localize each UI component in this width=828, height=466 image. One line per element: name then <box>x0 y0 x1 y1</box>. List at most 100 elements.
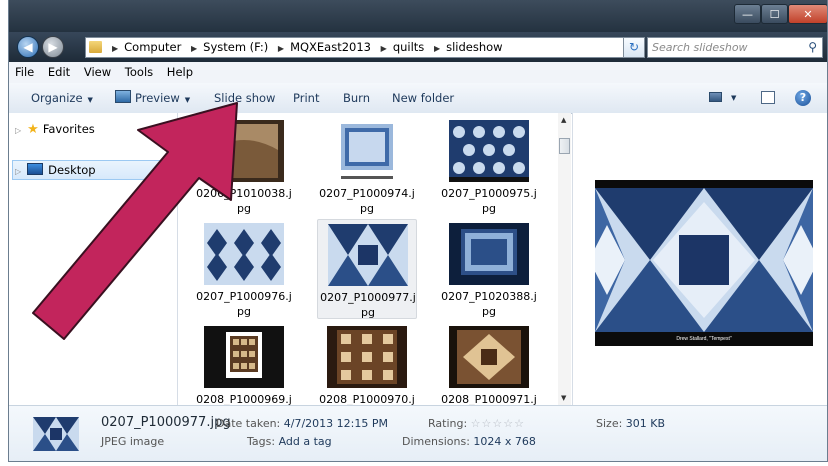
file-thumbnail <box>204 223 284 285</box>
explorer-window: — ☐ ✕ ◀ ▶ ▶ Computer ▶ System (F:) ▶ MQXEas… <box>8 0 828 462</box>
organize-label: Organize <box>31 91 83 105</box>
file-name: 0206_P1010038.j <box>196 187 292 200</box>
star-icon: ★ <box>27 122 39 137</box>
preview-pane: Drew Stallard, "Tempest" <box>572 113 827 405</box>
file-name: 0207_P1020388.j <box>441 290 537 303</box>
file-name-ext: pg <box>237 202 251 215</box>
help-icon[interactable]: ? <box>795 90 811 106</box>
rating-label: Rating: <box>428 417 468 430</box>
file-thumbnail <box>449 223 529 285</box>
scroll-down-icon[interactable]: ▼ <box>561 394 566 402</box>
print-button[interactable]: Print <box>293 83 319 113</box>
dims-label: Dimensions: <box>402 435 470 448</box>
size-value: 301 KB <box>625 417 666 430</box>
file-name-ext: pg <box>482 305 496 318</box>
file-thumbnail <box>204 326 284 388</box>
nav-label: Desktop <box>48 163 96 177</box>
maximize-button[interactable]: ☐ <box>761 4 788 24</box>
file-thumbnail <box>204 120 284 182</box>
preview-caption: Drew Stallard, "Tempest" <box>676 336 731 342</box>
nav-label: Favorites <box>42 122 95 136</box>
back-arrow-icon: ◀ <box>23 40 33 54</box>
tags-value[interactable]: Add a tag <box>279 435 332 448</box>
dims-value: 1024 x 768 <box>473 435 536 448</box>
vertical-scrollbar[interactable]: ▲ ▼ <box>558 113 571 405</box>
preview-label: Preview <box>135 91 180 105</box>
nav-item-desktop[interactable]: ▷ Desktop <box>15 163 96 177</box>
file-tile[interactable]: 0207_P1000974.j pg <box>317 116 417 216</box>
forward-button[interactable]: ▶ <box>42 36 64 58</box>
search-icon[interactable]: ⚲ <box>808 38 817 57</box>
scroll-up-icon[interactable]: ▲ <box>561 116 566 124</box>
file-tile[interactable]: 0207_P1020388.jpg <box>439 219 539 319</box>
file-name: 0207_P1000975.j <box>441 187 537 200</box>
crumb-slideshow[interactable]: slideshow <box>446 40 502 54</box>
chevron-down-icon: ▼ <box>184 96 191 104</box>
file-thumbnail <box>33 417 79 451</box>
search-placeholder: Search slideshow <box>652 41 748 54</box>
address-row: ◀ ▶ ▶ Computer ▶ System (F:) ▶ MQXEast2013 … <box>9 32 827 62</box>
crumb-computer[interactable]: Computer <box>124 40 181 54</box>
expand-icon[interactable]: ▷ <box>15 167 21 176</box>
menu-bar: File Edit View Tools Help <box>9 62 827 84</box>
views-icon[interactable] <box>709 92 722 102</box>
minimize-button[interactable]: — <box>734 4 761 24</box>
file-thumbnail <box>449 120 529 182</box>
preview-pane-icon[interactable] <box>761 91 775 104</box>
file-thumbnail <box>449 326 529 388</box>
file-tile[interactable]: 0207_P1000975.jpg <box>439 116 539 216</box>
navigation-pane: ▷ ★ Favorites ▷ Desktop <box>9 113 178 405</box>
menu-help[interactable]: Help <box>163 62 197 83</box>
title-bar: — ☐ ✕ <box>9 0 827 32</box>
crumb-quilts[interactable]: quilts <box>393 40 424 54</box>
details-pane: 0207_P1000977.jpg JPEG image Date taken:… <box>9 405 827 461</box>
tags-label: Tags: <box>247 435 276 448</box>
crumb-drive[interactable]: System (F:) <box>203 40 268 54</box>
menu-tools[interactable]: Tools <box>121 62 157 83</box>
file-name: 0207_P1000977.j <box>320 291 416 304</box>
menu-edit[interactable]: Edit <box>44 62 74 83</box>
rating-stars-icon[interactable]: ☆☆☆☆☆ <box>471 417 525 430</box>
chevron-down-icon[interactable]: ▼ <box>731 83 736 113</box>
menu-file[interactable]: File <box>11 62 38 83</box>
date-value[interactable]: 4/7/2013 12:15 PM <box>284 417 388 430</box>
file-thumbnail <box>328 224 408 286</box>
crumb-mqxeast[interactable]: MQXEast2013 <box>290 40 371 54</box>
file-list: 0206_P1010038.j pg 0207_P1000974.j pg 0207_P… <box>178 113 571 406</box>
address-bar[interactable]: ▶ Computer ▶ System (F:) ▶ MQXEast2013 ▶ qui… <box>85 37 704 58</box>
rating: Rating: ☆☆☆☆☆ <box>428 417 525 430</box>
dimensions: Dimensions: 1024 x 768 <box>402 435 536 448</box>
breadcrumb: ▶ Computer ▶ System (F:) ▶ MQXEast2013 ▶ qui… <box>106 38 503 58</box>
search-input[interactable]: Search slideshow ⚲ <box>647 37 823 58</box>
new-folder-button[interactable]: New folder <box>392 83 454 113</box>
file-name-ext: pg <box>482 202 496 215</box>
file-name-ext: pg <box>360 202 374 215</box>
date-taken: Date taken: 4/7/2013 12:15 PM <box>216 417 388 430</box>
date-label: Date taken: <box>216 417 281 430</box>
details-filetype: JPEG image <box>101 435 165 448</box>
burn-button[interactable]: Burn <box>343 83 370 113</box>
expand-icon[interactable]: ▷ <box>15 126 21 135</box>
file-thumbnail <box>327 326 407 388</box>
back-button[interactable]: ◀ <box>17 36 39 58</box>
file-tile[interactable]: 0207_P1000977.j pg <box>317 219 417 319</box>
file-name: 0207_P1000976.j <box>196 290 292 303</box>
file-thumbnail <box>327 120 407 182</box>
chevron-right-icon: ▶ <box>277 44 285 53</box>
nav-item-favorites[interactable]: ▷ ★ Favorites <box>15 122 95 137</box>
size-label: Size: <box>596 417 623 430</box>
close-button[interactable]: ✕ <box>788 4 827 24</box>
slideshow-button[interactable]: Slide show <box>214 83 275 113</box>
chevron-right-icon: ▶ <box>433 44 441 53</box>
preview-image: Drew Stallard, "Tempest" <box>595 180 813 346</box>
scrollbar-thumb[interactable] <box>559 138 570 154</box>
file-tile[interactable]: 0206_P1010038.jpg <box>194 116 294 216</box>
refresh-button[interactable]: ↻ <box>623 37 645 58</box>
file-tile[interactable]: 0207_P1000976.j pg <box>194 219 294 319</box>
command-bar: Organize ▼ Preview ▼ Slide show Print Burn… <box>9 83 827 114</box>
preview-button[interactable]: Preview ▼ <box>115 83 190 115</box>
organize-button[interactable]: Organize ▼ <box>31 83 93 115</box>
chevron-right-icon: ▶ <box>112 44 119 53</box>
chevron-right-icon: ▶ <box>190 44 198 53</box>
menu-view[interactable]: View <box>80 62 115 83</box>
